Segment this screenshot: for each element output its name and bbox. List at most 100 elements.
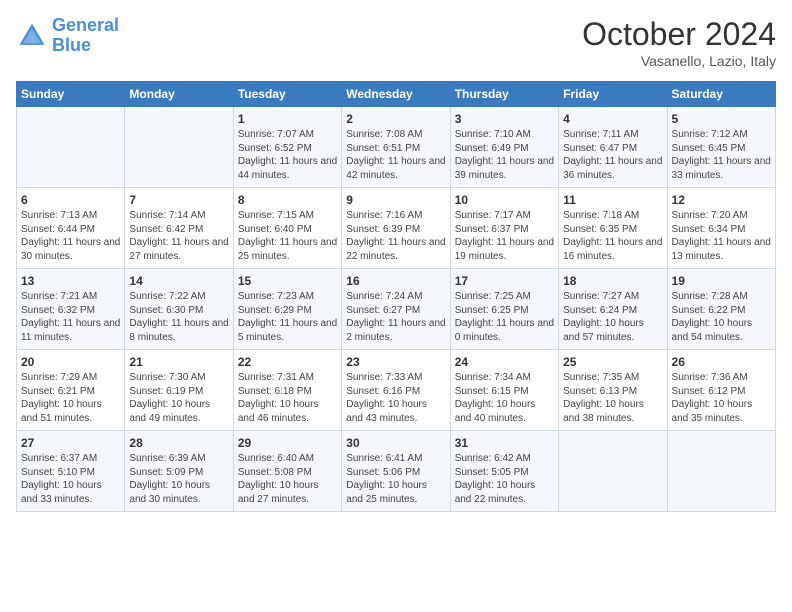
header-cell-friday: Friday	[559, 82, 667, 107]
day-number: 27	[21, 436, 120, 450]
header-cell-sunday: Sunday	[17, 82, 125, 107]
calendar-cell: 8Sunrise: 7:15 AM Sunset: 6:40 PM Daylig…	[233, 188, 341, 269]
day-info: Sunrise: 7:13 AM Sunset: 6:44 PM Dayligh…	[21, 209, 120, 263]
calendar-cell: 3 Sunrise: 7:10 AM Sunset: 6:49 PM Daylig…	[450, 107, 558, 188]
day-number: 14	[129, 274, 228, 288]
day-info: Sunrise: 7:25 AM Sunset: 6:25 PM Dayligh…	[455, 290, 554, 344]
calendar-cell: 20Sunrise: 7:29 AM Sunset: 6:21 PM Dayli…	[17, 350, 125, 431]
logo-line1: General	[52, 15, 119, 35]
header-cell-monday: Monday	[125, 82, 233, 107]
calendar-cell: 18 Sunrise: 7:27 AM Sunset: 6:24 PM Dayli…	[559, 269, 667, 350]
week-row: 6 Sunrise: 7:13 AM Sunset: 6:44 PM Daylig…	[17, 188, 776, 269]
calendar-body: 1 Sunrise: 7:07 AM Sunset: 6:52 PM Daylig…	[17, 107, 776, 512]
calendar-cell: 4 Sunrise: 7:11 AM Sunset: 6:47 PM Daylig…	[559, 107, 667, 188]
calendar-cell	[667, 431, 775, 512]
calendar-cell: 1 Sunrise: 7:07 AM Sunset: 6:52 PM Daylig…	[233, 107, 341, 188]
header-cell-tuesday: Tuesday	[233, 82, 341, 107]
day-number: 24	[455, 355, 554, 369]
week-row: 20Sunrise: 7:29 AM Sunset: 6:21 PM Dayli…	[17, 350, 776, 431]
day-number: 23	[346, 355, 445, 369]
calendar-cell: 17 Sunrise: 7:25 AM Sunset: 6:25 PM Dayli…	[450, 269, 558, 350]
calendar-header: SundayMondayTuesdayWednesdayThursdayFrid…	[17, 82, 776, 107]
calendar-cell: 26Sunrise: 7:36 AM Sunset: 6:12 PM Dayli…	[667, 350, 775, 431]
calendar-cell: 24 Sunrise: 7:34 AM Sunset: 6:15 PM Dayli…	[450, 350, 558, 431]
day-info: Sunrise: 6:42 AM Sunset: 5:05 PM Dayligh…	[455, 452, 554, 506]
calendar-cell: 22 Sunrise: 7:31 AM Sunset: 6:18 PM Dayli…	[233, 350, 341, 431]
day-info: Sunrise: 7:17 AM Sunset: 6:37 PM Dayligh…	[455, 209, 554, 263]
day-number: 5	[672, 112, 771, 126]
day-info: Sunrise: 7:23 AM Sunset: 6:29 PM Dayligh…	[238, 290, 337, 344]
day-info: Sunrise: 7:35 AM Sunset: 6:13 PM Dayligh…	[563, 371, 662, 425]
day-info: Sunrise: 7:11 AM Sunset: 6:47 PM Dayligh…	[563, 128, 662, 182]
day-info: Sunrise: 7:31 AM Sunset: 6:18 PM Dayligh…	[238, 371, 337, 425]
day-number: 28	[129, 436, 228, 450]
day-info: Sunrise: 7:33 AM Sunset: 6:16 PM Dayligh…	[346, 371, 445, 425]
day-info: Sunrise: 7:16 AM Sunset: 6:39 PM Dayligh…	[346, 209, 445, 263]
header-cell-thursday: Thursday	[450, 82, 558, 107]
day-info: Sunrise: 7:18 AM Sunset: 6:35 PM Dayligh…	[563, 209, 662, 263]
day-number: 4	[563, 112, 662, 126]
day-number: 10	[455, 193, 554, 207]
day-number: 1	[238, 112, 337, 126]
day-number: 11	[563, 193, 662, 207]
calendar-cell: 13 Sunrise: 7:21 AM Sunset: 6:32 PM Dayli…	[17, 269, 125, 350]
calendar-cell: 25Sunrise: 7:35 AM Sunset: 6:13 PM Dayli…	[559, 350, 667, 431]
day-number: 8	[238, 193, 337, 207]
day-info: Sunrise: 6:39 AM Sunset: 5:09 PM Dayligh…	[129, 452, 228, 506]
day-number: 6	[21, 193, 120, 207]
calendar-cell	[17, 107, 125, 188]
logo-icon	[16, 20, 48, 52]
day-info: Sunrise: 7:30 AM Sunset: 6:19 PM Dayligh…	[129, 371, 228, 425]
day-number: 7	[129, 193, 228, 207]
calendar-cell: 29 Sunrise: 6:40 AM Sunset: 5:08 PM Dayli…	[233, 431, 341, 512]
logo-line2: Blue	[52, 35, 91, 55]
day-number: 22	[238, 355, 337, 369]
day-number: 19	[672, 274, 771, 288]
calendar-cell	[559, 431, 667, 512]
day-number: 3	[455, 112, 554, 126]
day-number: 29	[238, 436, 337, 450]
logo-text: General Blue	[52, 16, 119, 56]
day-info: Sunrise: 6:41 AM Sunset: 5:06 PM Dayligh…	[346, 452, 445, 506]
day-info: Sunrise: 7:28 AM Sunset: 6:22 PM Dayligh…	[672, 290, 771, 344]
calendar-table: SundayMondayTuesdayWednesdayThursdayFrid…	[16, 81, 776, 512]
calendar-cell: 11 Sunrise: 7:18 AM Sunset: 6:35 PM Dayli…	[559, 188, 667, 269]
calendar-cell	[125, 107, 233, 188]
day-number: 26	[672, 355, 771, 369]
day-info: Sunrise: 7:34 AM Sunset: 6:15 PM Dayligh…	[455, 371, 554, 425]
header-row: SundayMondayTuesdayWednesdayThursdayFrid…	[17, 82, 776, 107]
day-number: 13	[21, 274, 120, 288]
day-info: Sunrise: 7:14 AM Sunset: 6:42 PM Dayligh…	[129, 209, 228, 263]
day-number: 15	[238, 274, 337, 288]
calendar-cell: 6 Sunrise: 7:13 AM Sunset: 6:44 PM Daylig…	[17, 188, 125, 269]
calendar-cell: 19 Sunrise: 7:28 AM Sunset: 6:22 PM Dayli…	[667, 269, 775, 350]
day-info: Sunrise: 7:20 AM Sunset: 6:34 PM Dayligh…	[672, 209, 771, 263]
calendar-subtitle: Vasanello, Lazio, Italy	[582, 53, 776, 69]
day-number: 21	[129, 355, 228, 369]
day-number: 18	[563, 274, 662, 288]
day-number: 12	[672, 193, 771, 207]
week-row: 27Sunrise: 6:37 AM Sunset: 5:10 PM Dayli…	[17, 431, 776, 512]
day-number: 16	[346, 274, 445, 288]
day-number: 2	[346, 112, 445, 126]
calendar-cell: 16Sunrise: 7:24 AM Sunset: 6:27 PM Dayli…	[342, 269, 450, 350]
day-info: Sunrise: 7:27 AM Sunset: 6:24 PM Dayligh…	[563, 290, 662, 344]
title-block: October 2024 Vasanello, Lazio, Italy	[582, 16, 776, 69]
calendar-cell: 28 Sunrise: 6:39 AM Sunset: 5:09 PM Dayli…	[125, 431, 233, 512]
calendar-cell: 23 Sunrise: 7:33 AM Sunset: 6:16 PM Dayli…	[342, 350, 450, 431]
day-info: Sunrise: 6:40 AM Sunset: 5:08 PM Dayligh…	[238, 452, 337, 506]
day-info: Sunrise: 7:10 AM Sunset: 6:49 PM Dayligh…	[455, 128, 554, 182]
day-info: Sunrise: 7:08 AM Sunset: 6:51 PM Dayligh…	[346, 128, 445, 182]
header-cell-saturday: Saturday	[667, 82, 775, 107]
day-info: Sunrise: 7:07 AM Sunset: 6:52 PM Dayligh…	[238, 128, 337, 182]
calendar-cell: 14Sunrise: 7:22 AM Sunset: 6:30 PM Dayli…	[125, 269, 233, 350]
day-info: Sunrise: 7:21 AM Sunset: 6:32 PM Dayligh…	[21, 290, 120, 344]
day-number: 20	[21, 355, 120, 369]
calendar-cell: 2 Sunrise: 7:08 AM Sunset: 6:51 PM Daylig…	[342, 107, 450, 188]
day-number: 31	[455, 436, 554, 450]
calendar-title: October 2024	[582, 16, 776, 53]
logo: General Blue	[16, 16, 119, 56]
day-number: 9	[346, 193, 445, 207]
calendar-cell: 27Sunrise: 6:37 AM Sunset: 5:10 PM Dayli…	[17, 431, 125, 512]
day-number: 17	[455, 274, 554, 288]
